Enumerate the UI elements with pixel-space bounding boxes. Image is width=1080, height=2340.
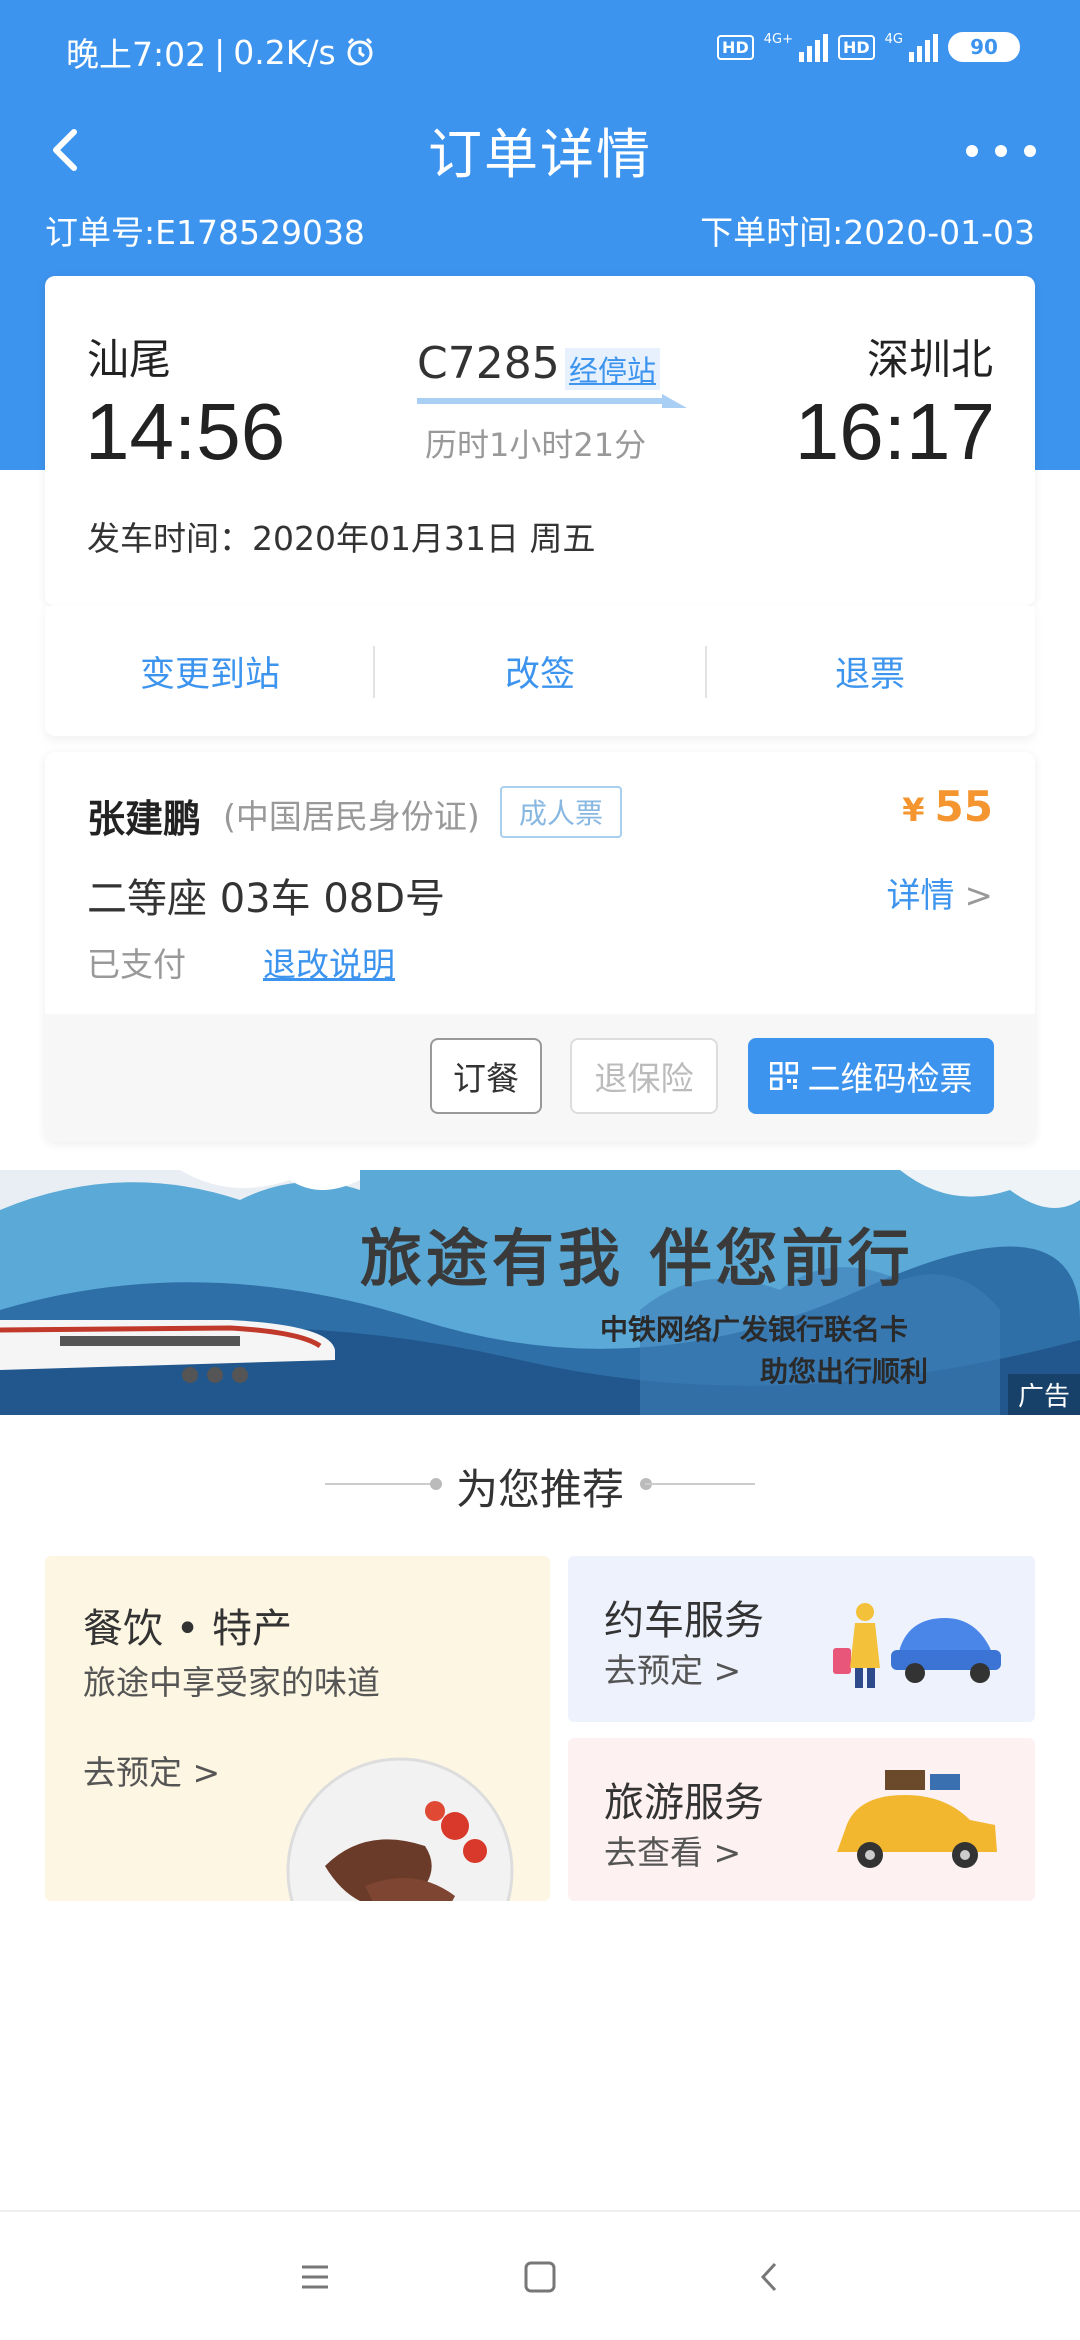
back-chevron-icon: [760, 2262, 777, 2292]
refund-button[interactable]: 退票: [705, 646, 1035, 697]
status-time: 晚上7:02: [66, 35, 207, 74]
trip-duration: 历时1小时21分: [425, 426, 647, 464]
ticket-detail-link[interactable]: 详情 >: [887, 868, 994, 917]
car-action: 去预定 >: [604, 1651, 742, 1690]
passenger-id-type: (中国居民身份证): [223, 797, 480, 836]
alarm-icon: [347, 37, 373, 66]
change-station-button[interactable]: 变更到站: [45, 646, 375, 697]
reschedule-button[interactable]: 改签: [375, 646, 705, 697]
home-square-icon: [524, 2261, 556, 2293]
car-booking-icon: [833, 1603, 1001, 1688]
banner-subtitle-1: 中铁网络广发银行联名卡: [600, 1313, 909, 1346]
status-left: 晚上7:02 | 0.2K/s: [66, 28, 376, 76]
detail-label: 详情: [886, 876, 955, 916]
order-meal-button[interactable]: 订餐: [430, 1038, 542, 1114]
stops-link[interactable]: 经停站: [565, 348, 661, 390]
steak-plate-image: [286, 1757, 514, 1901]
signal-icon-2: [909, 32, 938, 62]
more-menu-button[interactable]: [966, 126, 1036, 176]
seat-info: 二等座 03车 08D号: [87, 876, 446, 922]
qr-checkin-label: 二维码检票: [807, 1059, 973, 1098]
from-station: 汕尾: [87, 335, 172, 384]
car-title: 约车服务: [604, 1598, 764, 1644]
tour-service-card[interactable]: 旅游服务 去查看 >: [568, 1738, 1035, 1901]
home-button[interactable]: [515, 2252, 565, 2302]
price-value: 55: [934, 782, 993, 831]
tour-action: 去查看 >: [604, 1833, 742, 1872]
tour-car-icon: [837, 1770, 997, 1868]
recommend-header: 为您推荐: [0, 1456, 1080, 1516]
menu-button[interactable]: [290, 2252, 340, 2302]
battery-icon: 90: [948, 32, 1020, 62]
order-time: 下单时间:2020-01-03: [700, 213, 1035, 252]
more-dot-icon: [995, 145, 1007, 157]
train-number: C7285: [417, 338, 560, 389]
to-time: 16:17: [794, 387, 995, 476]
tour-title: 旅游服务: [604, 1780, 764, 1826]
refund-insurance-button[interactable]: 退保险: [570, 1038, 718, 1114]
passenger-card: 张建鹏 (中国居民身份证) 成人票 ¥55 二等座 03车 08D号 详情 > 已…: [45, 752, 1035, 1142]
recommend-title: 为您推荐: [455, 1465, 624, 1514]
divider: [645, 1483, 755, 1485]
page-title: 订单详情: [428, 123, 652, 186]
passenger-name: 张建鹏: [87, 797, 202, 841]
more-dot-icon: [1024, 145, 1036, 157]
food-action: 去预定 >: [83, 1753, 221, 1792]
ticket-price: ¥55: [902, 782, 993, 831]
banner-title: 旅途有我 伴您前行: [360, 1222, 914, 1295]
car-service-card[interactable]: 约车服务 去预定 >: [568, 1556, 1035, 1722]
system-back-button[interactable]: [745, 2252, 795, 2302]
trip-card: 汕尾 14:56 C7285 经停站 历时1小时21分 深圳北 16:17 发车…: [45, 276, 1035, 606]
ticket-button-row: 订餐 退保险 二维码检票: [45, 1014, 1035, 1142]
food-title: 餐饮 • 特产: [83, 1606, 293, 1652]
currency-symbol: ¥: [902, 791, 925, 829]
to-station: 深圳北: [866, 335, 993, 384]
network-type-2: 4G: [884, 32, 903, 47]
menu-icon: [302, 2265, 328, 2289]
from-time: 14:56: [85, 387, 286, 476]
hd-badge-2: HD: [837, 34, 875, 60]
status-separator: |: [214, 32, 226, 72]
food-subtitle: 旅途中享受家的味道: [83, 1663, 380, 1702]
route-arrow-icon: [417, 394, 687, 408]
food-service-card[interactable]: 餐饮 • 特产 旅途中享受家的味道 去预定 >: [45, 1556, 550, 1901]
payment-status: 已支付: [87, 945, 186, 984]
ad-tag: 广告: [1007, 1374, 1080, 1415]
refund-policy-link[interactable]: 退改说明: [263, 938, 395, 986]
ticket-type-badge: 成人票: [500, 786, 622, 838]
departure-date: 发车时间：2020年01月31日 周五: [87, 519, 596, 558]
qr-code-icon: [769, 1062, 798, 1090]
hd-badge-1: HD: [717, 34, 754, 60]
signal-icon-1: [798, 32, 828, 62]
order-number: 订单号:E178529038: [45, 213, 365, 252]
status-speed: 0.2K/s: [233, 32, 336, 72]
trip-actions: 变更到站 改签 退票: [45, 606, 1035, 736]
network-type-1: 4G+: [763, 32, 793, 47]
more-dot-icon: [966, 145, 978, 157]
system-nav-bar: [0, 2210, 1080, 2340]
status-right: HD 4G+ HD 4G 90: [717, 32, 1020, 62]
status-bar: 晚上7:02 | 0.2K/s HD 4G+ HD 4G 90: [0, 0, 1080, 100]
ad-banner[interactable]: 旅途有我 伴您前行 中铁网络广发银行联名卡 助您出行顺利 广告: [0, 1170, 1080, 1415]
banner-subtitle-2: 助您出行顺利: [760, 1355, 929, 1388]
qr-checkin-button[interactable]: 二维码检票: [748, 1038, 994, 1114]
chevron-right-icon: >: [964, 876, 994, 916]
nav-bar: 订单详情: [0, 100, 1080, 200]
